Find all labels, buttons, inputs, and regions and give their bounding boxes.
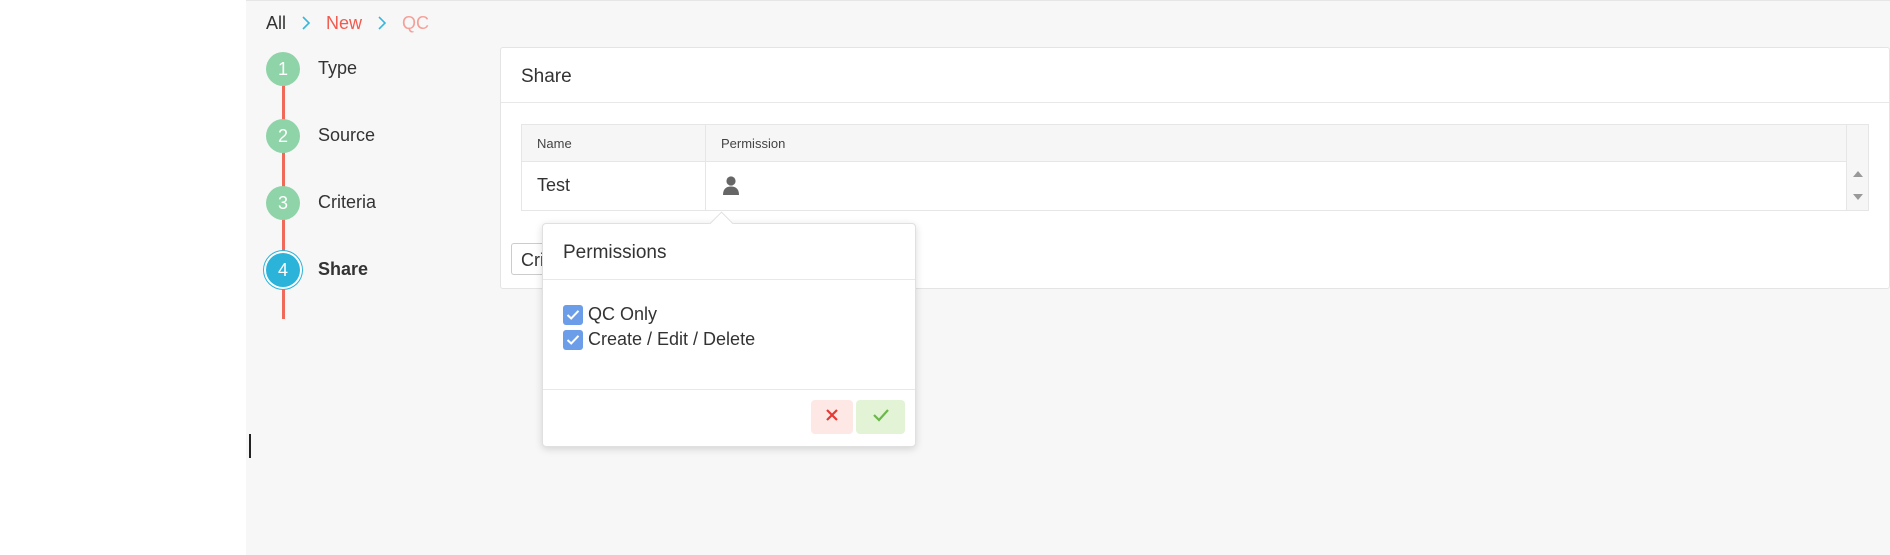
divider xyxy=(543,389,915,390)
column-divider xyxy=(705,125,706,210)
table-scrollbar[interactable] xyxy=(1846,125,1868,210)
check-icon xyxy=(872,408,890,427)
permission-label: QC Only xyxy=(588,304,658,324)
breadcrumb-qc[interactable]: QC xyxy=(402,13,429,34)
confirm-button[interactable] xyxy=(856,400,905,434)
chevron-right-icon xyxy=(370,13,394,33)
share-table: Name Permission Test xyxy=(521,124,1869,211)
user-icon[interactable] xyxy=(721,175,741,197)
step-1-label[interactable]: Type xyxy=(318,58,357,79)
breadcrumb-new[interactable]: New xyxy=(326,13,362,34)
close-icon xyxy=(825,408,839,427)
checkbox-checked-icon[interactable] xyxy=(563,304,583,325)
step-2-circle[interactable]: 2 xyxy=(266,119,300,153)
step-4-circle[interactable]: 4 xyxy=(266,253,300,287)
column-header-name[interactable]: Name xyxy=(537,136,572,151)
divider xyxy=(543,279,915,280)
column-header-permission[interactable]: Permission xyxy=(721,136,785,151)
divider xyxy=(501,102,1889,103)
step-3-circle[interactable]: 3 xyxy=(266,186,300,220)
main-content: All New QC 1 Type 2 Source 3 Criteria 4 … xyxy=(246,1,1890,555)
share-panel-title: Share xyxy=(521,66,572,87)
checkbox-checked-icon[interactable] xyxy=(563,329,583,350)
step-3-label[interactable]: Criteria xyxy=(318,192,376,213)
step-1-circle[interactable]: 1 xyxy=(266,52,300,86)
scroll-down-icon[interactable] xyxy=(1853,194,1863,200)
permission-option-qc-only[interactable]: QC Only xyxy=(563,304,657,325)
popover-title: Permissions xyxy=(563,242,667,263)
breadcrumb-all[interactable]: All xyxy=(266,13,286,34)
chevron-right-icon xyxy=(294,13,318,33)
breadcrumb: All New QC xyxy=(266,11,429,35)
permission-option-create-edit-delete[interactable]: Create / Edit / Delete xyxy=(563,329,755,350)
scroll-up-icon[interactable] xyxy=(1853,171,1863,177)
step-4-label[interactable]: Share xyxy=(318,259,368,280)
cancel-button[interactable] xyxy=(811,400,853,434)
permissions-popover: Permissions QC Only Create / Edit / Dele… xyxy=(542,211,916,447)
table-header: Name Permission xyxy=(522,125,1868,162)
step-2-label[interactable]: Source xyxy=(318,125,375,146)
text-cursor xyxy=(249,434,251,458)
left-blank-area xyxy=(0,0,246,555)
table-cell-name: Test xyxy=(537,175,571,195)
permission-label: Create / Edit / Delete xyxy=(588,329,756,349)
